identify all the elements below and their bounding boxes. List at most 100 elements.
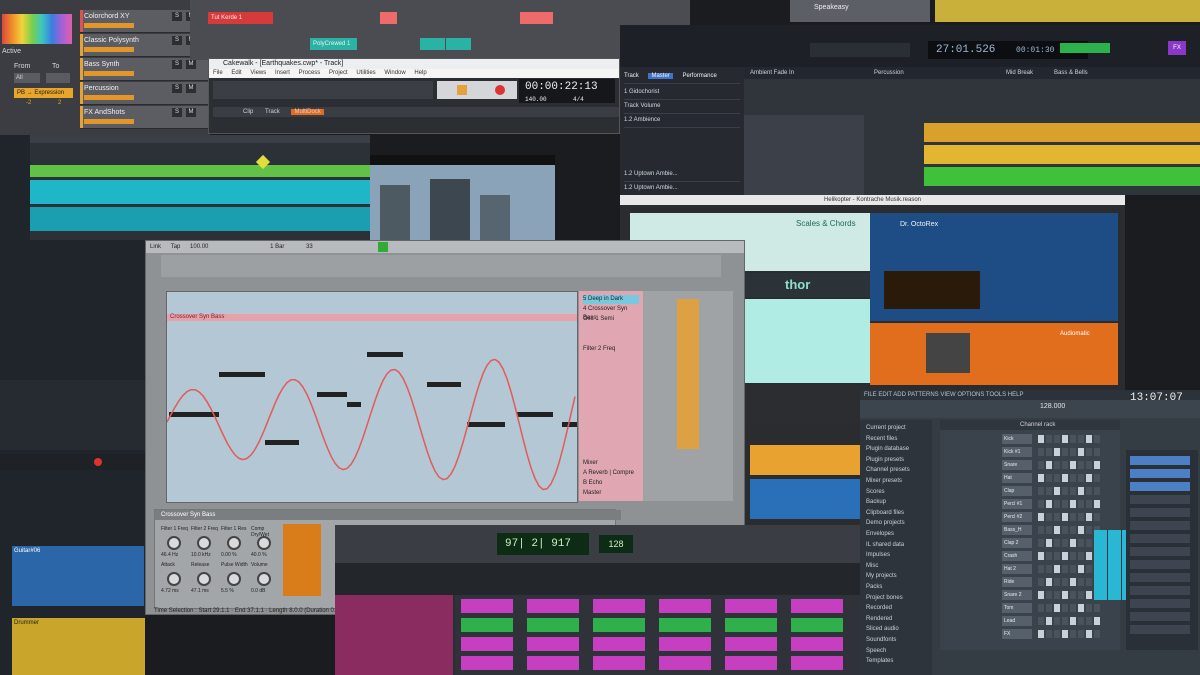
step-button[interactable] (1078, 487, 1084, 495)
midi-region[interactable] (725, 599, 777, 613)
midi-note[interactable] (467, 422, 505, 427)
browser-item[interactable]: Envelopes (866, 530, 894, 538)
insert-slot[interactable] (1130, 599, 1190, 608)
inspector-row[interactable]: 1.2 Uptown Ambie... (624, 181, 740, 195)
step-button[interactable] (1038, 591, 1044, 599)
step-button[interactable] (1086, 435, 1092, 443)
channel-row[interactable]: Bass_H (942, 525, 1118, 535)
tempo-field[interactable]: 100.00 (190, 244, 208, 250)
step-button[interactable] (1094, 461, 1100, 469)
step-button[interactable] (1038, 539, 1044, 547)
blue-lane[interactable] (750, 479, 870, 519)
step-button[interactable] (1094, 474, 1100, 482)
midi-region[interactable] (461, 637, 513, 651)
tab-performance[interactable]: Performance (682, 73, 716, 79)
channel-name[interactable]: Ride (1002, 577, 1032, 587)
midi-region[interactable] (659, 656, 711, 670)
channel-name[interactable]: Kick (1002, 434, 1032, 444)
browser-item[interactable]: Packs (866, 583, 882, 591)
midi-region[interactable] (725, 637, 777, 651)
step-button[interactable] (1038, 448, 1044, 456)
step-button[interactable] (1094, 617, 1100, 625)
step-button[interactable] (1038, 578, 1044, 586)
transport-bar[interactable] (0, 454, 145, 470)
knob[interactable] (227, 536, 241, 550)
clip[interactable]: PolyCrewed 1 (310, 38, 357, 50)
piano-roll[interactable] (167, 322, 577, 502)
channel-row[interactable]: Clap 2 (942, 538, 1118, 548)
step-button[interactable] (1070, 604, 1076, 612)
channel-name[interactable]: Snare (1002, 460, 1032, 470)
audio-event[interactable] (924, 167, 1200, 186)
step-button[interactable] (1062, 539, 1068, 547)
ableton-mixer[interactable] (643, 291, 733, 501)
step-button[interactable] (1054, 487, 1060, 495)
step-button[interactable] (1046, 565, 1052, 573)
midi-region[interactable] (593, 599, 645, 613)
time-display[interactable]: 00:00:22:13 140.00 4/4 (519, 79, 615, 103)
step-button[interactable] (1038, 513, 1044, 521)
step-button[interactable] (1054, 591, 1060, 599)
track-item[interactable]: Osc 1 Semi (583, 315, 639, 324)
audio-lane[interactable] (30, 180, 370, 204)
step-button[interactable] (1046, 539, 1052, 547)
step-button[interactable] (1070, 474, 1076, 482)
step-button[interactable] (1054, 604, 1060, 612)
midi-note[interactable] (317, 392, 347, 397)
step-button[interactable] (1054, 461, 1060, 469)
step-button[interactable] (1046, 591, 1052, 599)
midi-region[interactable] (461, 656, 513, 670)
color-palette[interactable] (2, 14, 72, 44)
step-button[interactable] (1094, 500, 1100, 508)
insert-slot[interactable] (1130, 495, 1190, 504)
browser-item[interactable]: Sliced audio (866, 625, 899, 633)
tempo-display[interactable]: 128 (599, 535, 633, 553)
step-button[interactable] (1054, 526, 1060, 534)
arrangement-overview[interactable] (161, 255, 721, 277)
midi-region[interactable] (527, 599, 579, 613)
step-button[interactable] (1046, 448, 1052, 456)
channel-row[interactable]: Clap (942, 486, 1118, 496)
solo-button[interactable]: S (172, 36, 182, 45)
logic-control-bar[interactable] (335, 525, 860, 563)
step-button[interactable] (1038, 630, 1044, 638)
channel-row[interactable]: Hat 2 (942, 564, 1118, 574)
step-button[interactable] (1094, 513, 1100, 521)
step-button[interactable] (1094, 604, 1100, 612)
step-button[interactable] (1086, 565, 1092, 573)
top-timeline-strip[interactable] (935, 0, 1200, 22)
tab-track[interactable]: Track (265, 109, 280, 115)
step-button[interactable] (1062, 630, 1068, 638)
menu-process[interactable]: Process (299, 70, 321, 76)
midi-region[interactable] (791, 656, 843, 670)
step-button[interactable] (1054, 513, 1060, 521)
track-list[interactable] (335, 595, 453, 675)
step-button[interactable] (1070, 578, 1076, 586)
channel-name[interactable]: Kick #1 (1002, 447, 1032, 457)
midi-region[interactable] (593, 656, 645, 670)
step-button[interactable] (1078, 578, 1084, 586)
step-button[interactable] (1062, 604, 1068, 612)
step-button[interactable] (1046, 500, 1052, 508)
channel-row[interactable]: Kick #1 (942, 447, 1118, 457)
step-button[interactable] (1070, 591, 1076, 599)
channel-name[interactable]: Percl #2 (1002, 512, 1032, 522)
midi-note[interactable] (265, 440, 299, 445)
midi-region[interactable] (791, 618, 843, 632)
clip[interactable] (380, 12, 397, 24)
channel-row[interactable]: Hat (942, 473, 1118, 483)
step-button[interactable] (1038, 552, 1044, 560)
midi-note[interactable] (219, 372, 265, 377)
browser-item[interactable]: Plugin presets (866, 456, 904, 464)
step-button[interactable] (1078, 474, 1084, 482)
midi-region[interactable] (791, 599, 843, 613)
step-button[interactable] (1086, 617, 1092, 625)
track-row[interactable]: Bass Synth S M (80, 58, 208, 81)
midi-note-editor[interactable]: Crossover Syn Bass (166, 291, 578, 503)
browser-item[interactable]: Current project (866, 424, 906, 432)
piano-key[interactable] (1108, 530, 1122, 600)
mixer-faders[interactable] (0, 380, 145, 450)
track-item[interactable]: 5 Deep in Dark (583, 295, 639, 304)
browser-item[interactable]: Recorded (866, 604, 892, 612)
tempo-field[interactable]: 128.000 (1040, 403, 1065, 410)
